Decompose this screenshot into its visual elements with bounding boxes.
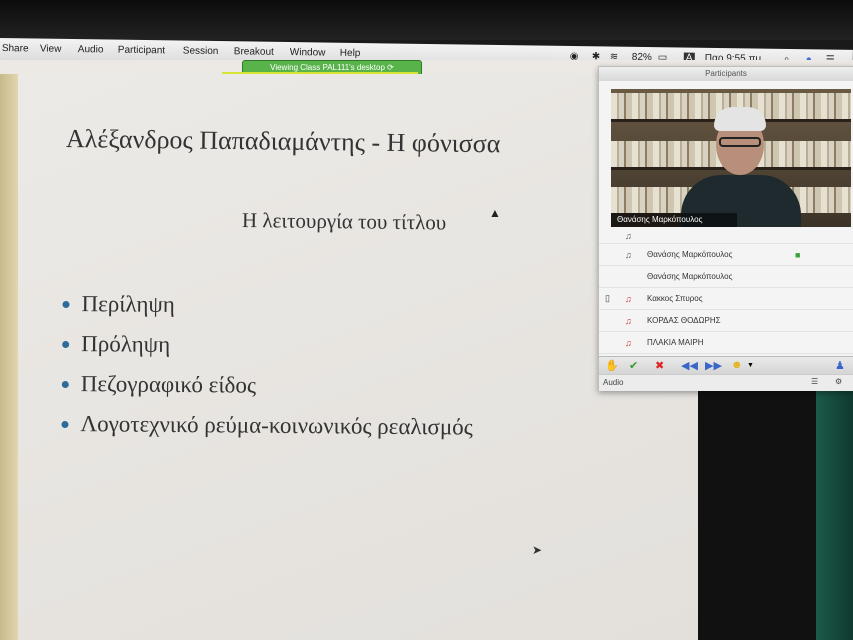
- text-cursor-icon: ▲: [489, 206, 501, 220]
- bullet-text: Πρόληψη: [81, 331, 171, 357]
- headset-muted-icon: ♫: [625, 315, 632, 326]
- raise-hand-icon[interactable]: ✋: [605, 359, 619, 372]
- participant-name: ΠΛΑΚΙΑ ΜΑΙΡΗ: [647, 338, 704, 347]
- menu-window[interactable]: Window: [290, 47, 326, 58]
- bullet-text: Περίληψη: [81, 291, 175, 317]
- glasses: [719, 137, 761, 147]
- faster-icon[interactable]: ▶▶: [705, 359, 722, 372]
- audio-label: Audio: [603, 378, 624, 387]
- menu-share[interactable]: Share: [2, 43, 29, 54]
- participants-panel: Participants Θανάσης Μαρκόπουλος ♫ ♫ Θανά…: [598, 66, 853, 391]
- desktop-wallpaper: [816, 390, 853, 640]
- bullet-dot-icon: [61, 380, 69, 388]
- screen-bezel: [0, 0, 853, 40]
- feedback-toolbar: ✋ ✔ ✖ ◀◀ ▶▶ ☻ ▼ ♟: [599, 356, 853, 375]
- desktop-dark-area: [698, 390, 816, 640]
- bullet-text: Λογοτεχνικό ρεύμα-κοινωνικός ρεαλισμός: [80, 411, 473, 440]
- participant-row[interactable]: ▯ ♫ Κακκος Σπυρος: [599, 288, 853, 310]
- headset-icon: ♫: [625, 231, 632, 241]
- viewing-banner-label: Viewing Class PAL111's desktop: [270, 63, 385, 72]
- bullet-dot-icon: [62, 300, 70, 308]
- mobile-device-icon: ▯: [605, 293, 610, 303]
- video-name-label: Θανάσης Μαρκόπουλος: [611, 213, 737, 227]
- refresh-icon[interactable]: ⟳: [387, 63, 394, 72]
- participants-title: Participants: [599, 67, 853, 81]
- headset-muted-icon: ♫: [625, 337, 632, 348]
- gear-icon[interactable]: ⚙: [835, 377, 842, 386]
- participant-name: Θανάσης Μαρκόπουλος: [647, 250, 733, 259]
- bullet-dot-icon: [62, 340, 70, 348]
- bullet-text: Πεζογραφικό είδος: [80, 371, 257, 398]
- menu-breakout[interactable]: Breakout: [234, 46, 274, 58]
- approve-icon[interactable]: ✔: [629, 359, 638, 372]
- menu-session[interactable]: Session: [183, 46, 219, 57]
- bullet-item: Πρόληψη: [62, 324, 474, 368]
- slide-subtitle: Η λειτουργία του τίτλου: [241, 208, 447, 235]
- participant-row[interactable]: Θανάσης Μαρκόπουλος: [599, 266, 853, 288]
- participant-name: Θανάσης Μαρκόπουλος: [647, 272, 733, 281]
- video-feed[interactable]: Θανάσης Μαρκόπουλος: [611, 89, 851, 227]
- menu-help[interactable]: Help: [340, 48, 361, 59]
- participant-row[interactable]: ♫ ΚΟΡΔΑΣ ΘΟΔΩΡΗΣ: [599, 310, 853, 332]
- person-hair: [714, 107, 766, 131]
- disapprove-icon[interactable]: ✖: [655, 359, 664, 372]
- slide-bullet-list: Περίληψη Πρόληψη Πεζογραφικό είδος Λογοτ…: [61, 284, 474, 448]
- participant-list: ♫ ♫ Θανάσης Μαρκόπουλος ■ Θανάσης Μαρκόπου…: [599, 229, 853, 354]
- chevron-down-icon[interactable]: ▼: [747, 362, 754, 369]
- menu-audio[interactable]: Audio: [78, 44, 104, 55]
- panel-footer: Audio ☰ ⚙: [599, 374, 853, 391]
- desktop-edge: [0, 74, 18, 640]
- bullet-dot-icon: [61, 420, 69, 428]
- bullet-item: Λογοτεχνικό ρεύμα-κοινωνικός ρεαλισμός: [61, 404, 473, 448]
- menu-participant[interactable]: Participant: [118, 45, 165, 57]
- list-view-icon[interactable]: ☰: [811, 377, 818, 386]
- participant-row[interactable]: ♫ Θανάσης Μαρκόπουλος ■: [599, 244, 853, 266]
- emoticon-icon[interactable]: ☻: [731, 359, 743, 371]
- slower-icon[interactable]: ◀◀: [681, 359, 698, 372]
- mouse-pointer-icon: ➤: [532, 543, 543, 557]
- camera-icon: ■: [795, 249, 801, 260]
- participant-row[interactable]: ♫ ΠΛΑΚΙΑ ΜΑΙΡΗ: [599, 332, 853, 354]
- slide-title: Αλέξανδρος Παπαδιαμάντης - Η φόνισσα: [65, 124, 501, 159]
- participant-name: ΚΟΡΔΑΣ ΘΟΔΩΡΗΣ: [647, 316, 721, 325]
- headset-muted-icon: ♫: [625, 293, 632, 304]
- menu-view[interactable]: View: [40, 44, 62, 55]
- user-settings-icon[interactable]: ♟: [835, 359, 845, 372]
- participant-row[interactable]: ♫: [599, 229, 853, 244]
- headset-icon: ♫: [625, 249, 632, 260]
- participant-name: Κακκος Σπυρος: [647, 294, 703, 303]
- bullet-item: Πεζογραφικό είδος: [61, 364, 474, 408]
- bullet-item: Περίληψη: [62, 284, 474, 328]
